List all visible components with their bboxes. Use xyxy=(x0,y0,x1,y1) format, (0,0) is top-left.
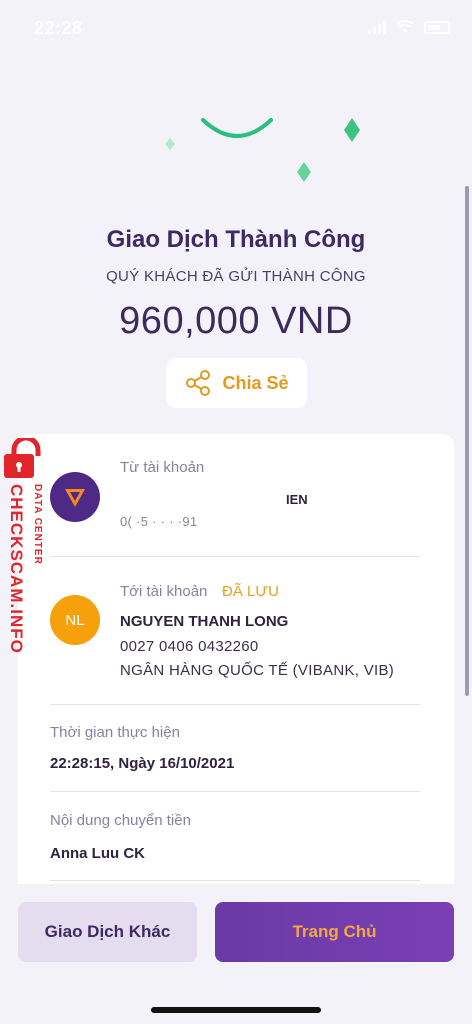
recipient-account-number: 0027 0406 0432260 xyxy=(120,638,259,655)
content-value: Anna Luu CK xyxy=(50,845,145,862)
recipient-avatar: NL xyxy=(50,595,100,645)
status-icons xyxy=(368,20,450,34)
transaction-details-card: Từ tài khoản IEN 0( ·5 · · · ·91 NL Tới … xyxy=(18,434,454,884)
share-button[interactable]: Chia Sẻ xyxy=(166,358,307,408)
recipient-name: NGUYEN THANH LONG xyxy=(120,613,289,630)
checkscam-watermark: CHECKSCAM.INFO DATA CENTER xyxy=(0,436,56,666)
success-illustration xyxy=(165,118,360,182)
divider xyxy=(50,556,420,557)
home-button[interactable]: Trang Chủ xyxy=(215,902,454,962)
cellular-signal-icon xyxy=(368,20,386,34)
status-bar: 22:28 xyxy=(0,0,472,56)
from-account-name: IEN xyxy=(286,492,308,507)
recipient-bank: NGÂN HÀNG QUỐC TẾ (VIBANK, VIB) xyxy=(120,662,395,679)
share-label: Chia Sẻ xyxy=(222,372,289,393)
time-label: Thời gian thực hiện xyxy=(50,724,180,741)
wifi-icon xyxy=(396,20,414,33)
transfer-amount: 960,000 VND xyxy=(119,300,353,342)
time-value: 22:28:15, Ngày 16/10/2021 xyxy=(50,755,235,772)
scrollbar[interactable] xyxy=(465,186,469,696)
saved-badge: ĐÃ LƯU xyxy=(222,583,279,600)
content-label: Nội dung chuyển tiền xyxy=(50,812,191,829)
watermark-sub-text: DATA CENTER xyxy=(32,484,43,565)
other-transaction-button[interactable]: Giao Dịch Khác xyxy=(18,902,197,962)
to-account-label: Tới tài khoản xyxy=(120,583,208,600)
watermark-main-text: CHECKSCAM.INFO xyxy=(7,484,26,654)
share-icon xyxy=(186,370,211,396)
success-subtitle: QUÝ KHÁCH ĐÃ GỬI THÀNH CÔNG xyxy=(106,268,366,285)
from-account-label: Từ tài khoản xyxy=(120,459,205,476)
from-account-number: 0( ·5 · · · ·91 xyxy=(120,514,198,529)
lock-icon xyxy=(4,438,41,478)
source-bank-logo xyxy=(50,472,100,522)
home-indicator[interactable] xyxy=(151,1007,321,1013)
bank-logo-icon xyxy=(65,489,85,507)
divider xyxy=(50,704,420,705)
battery-icon xyxy=(424,21,450,34)
success-title: Giao Dịch Thành Công xyxy=(106,226,366,253)
divider xyxy=(50,880,420,881)
divider xyxy=(50,791,420,792)
status-time: 22:28 xyxy=(34,18,83,38)
